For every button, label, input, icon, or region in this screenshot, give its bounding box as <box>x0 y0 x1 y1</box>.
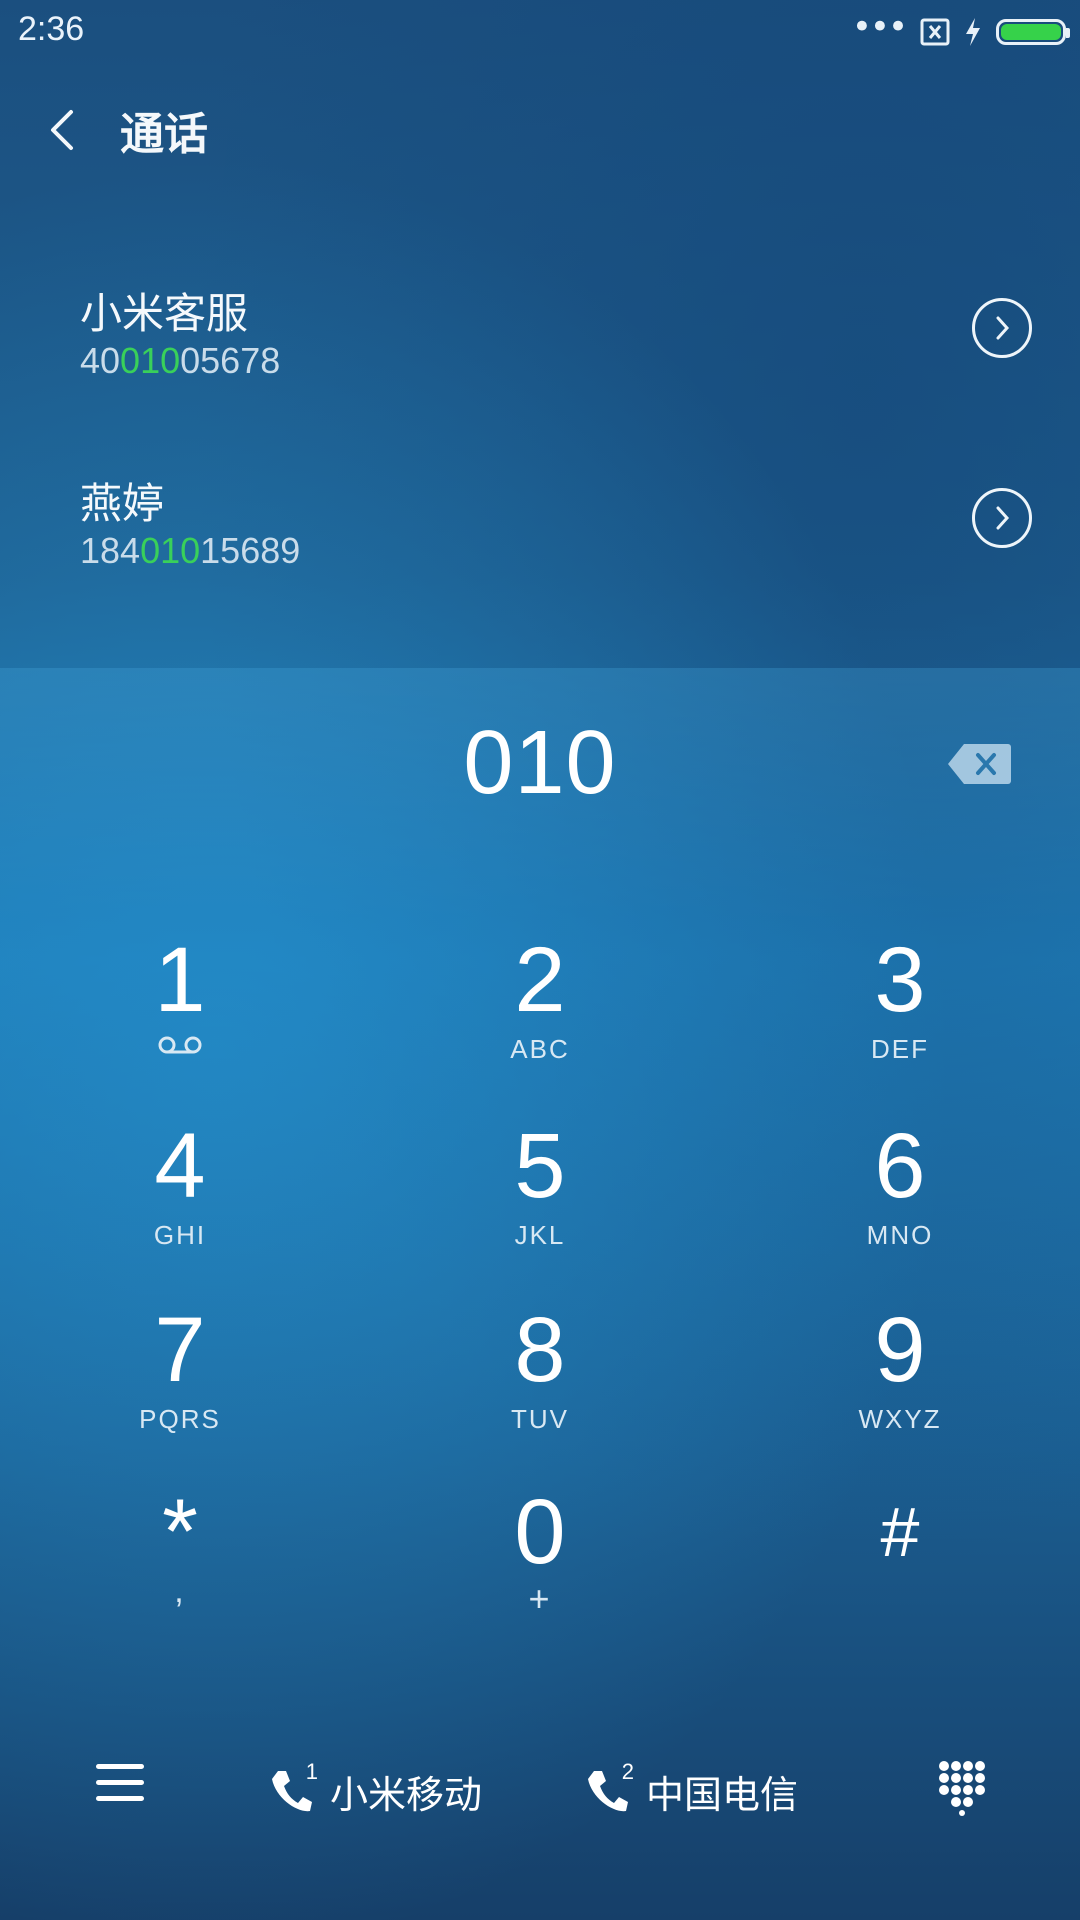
key-letters: TUV <box>511 1404 569 1434</box>
key-2[interactable]: 2 ABC <box>420 930 660 1090</box>
key-5[interactable]: 5 JKL <box>420 1116 660 1276</box>
key-9[interactable]: 9 WXYZ <box>780 1300 1020 1460</box>
sim1-carrier-label: 小米移动 <box>330 1772 483 1817</box>
key-letters: MNO <box>866 1220 934 1250</box>
key-digit: 2 <box>514 929 566 1031</box>
backspace-icon <box>948 744 1011 784</box>
menu-icon <box>96 1764 144 1769</box>
sim2-carrier-label: 中国电信 <box>646 1772 799 1817</box>
backspace-button[interactable] <box>946 742 1012 786</box>
voicemail-icon <box>158 1036 202 1054</box>
back-button[interactable] <box>40 100 84 160</box>
key-1[interactable]: 1 <box>60 930 300 1090</box>
key-8[interactable]: 8 TUV <box>420 1300 660 1460</box>
chevron-right-icon <box>996 506 1010 530</box>
key-3[interactable]: 3 DEF <box>780 930 1020 1090</box>
contact-suggestion-list: 小米客服 4001005678 燕婷 18401015689 子玲 <box>0 200 1080 670</box>
dial-panel <box>0 668 1080 1920</box>
key-letters: WXYZ <box>858 1404 942 1434</box>
back-icon <box>51 110 73 150</box>
key-digit: 7 <box>154 1299 206 1401</box>
key-hash[interactable]: # <box>780 1482 1020 1642</box>
battery-icon <box>996 19 1070 45</box>
key-digit: 1 <box>154 929 206 1031</box>
contact-name: 小米客服 <box>80 289 249 338</box>
keypad-toggle-button[interactable] <box>936 1760 988 1816</box>
page-title: 通话 <box>120 109 208 160</box>
phone-icon: 2 <box>584 1759 634 1815</box>
menu-button[interactable] <box>96 1764 144 1808</box>
contact-number: 18401015689 <box>80 530 301 571</box>
dialed-number-display: 010 <box>463 713 617 813</box>
contact-name: 燕婷 <box>80 479 165 528</box>
phone-icon: 1 <box>268 1759 318 1815</box>
key-6[interactable]: 6 MNO <box>780 1116 1020 1276</box>
contact-detail-button[interactable] <box>972 488 1032 548</box>
contact-number: 4001005678 <box>80 340 281 381</box>
status-time: 2:36 <box>18 10 85 48</box>
contact-item[interactable]: 燕婷 18401015689 <box>0 430 1080 610</box>
key-letters: GHI <box>153 1220 207 1250</box>
key-letters: PQRS <box>139 1404 221 1434</box>
key-digit: * <box>162 1481 198 1583</box>
status-bar: 2:36 ••• <box>0 0 1080 64</box>
key-4[interactable]: 4 GHI <box>60 1116 300 1276</box>
chevron-right-icon <box>996 316 1010 340</box>
status-icons: ••• <box>851 7 1070 50</box>
key-0[interactable]: 0 + <box>420 1482 660 1642</box>
key-digit: 5 <box>514 1115 566 1217</box>
matched-digits: 010 <box>120 340 181 381</box>
key-digit: 8 <box>514 1299 566 1401</box>
bottom-bar <box>0 1740 1080 1840</box>
key-digit: # <box>880 1493 920 1571</box>
contact-item[interactable]: 小米客服 4001005678 <box>0 240 1080 420</box>
call-sim1-button[interactable]: 1 小米移动 <box>268 1759 483 1818</box>
contact-detail-button[interactable] <box>972 298 1032 358</box>
key-letters: DEF <box>871 1034 929 1064</box>
no-sim-icon <box>920 18 950 46</box>
matched-digits: 010 <box>140 530 201 571</box>
key-digit: 3 <box>874 929 926 1031</box>
key-star[interactable]: * , <box>60 1482 300 1642</box>
charging-icon <box>966 18 980 46</box>
more-notifications-icon: ••• <box>851 7 908 47</box>
contact-item[interactable]: 子玲 <box>0 620 1080 670</box>
key-digit: 9 <box>874 1299 926 1401</box>
key-letters: , <box>174 1572 186 1610</box>
key-7[interactable]: 7 PQRS <box>60 1300 300 1460</box>
key-digit: 0 <box>514 1481 566 1583</box>
key-letters: ABC <box>510 1034 570 1064</box>
keypad-icon <box>939 1761 985 1816</box>
key-letters: + <box>528 1578 552 1619</box>
call-sim2-button[interactable]: 2 中国电信 <box>584 1759 799 1818</box>
key-digit: 4 <box>154 1115 206 1217</box>
key-digit: 6 <box>874 1115 926 1217</box>
key-letters: JKL <box>514 1220 566 1250</box>
